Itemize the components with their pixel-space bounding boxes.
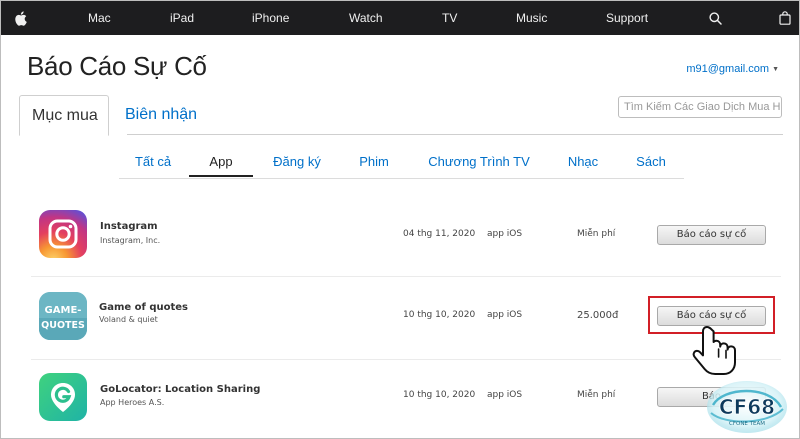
browser-viewport: Mac iPad iPhone Watch TV Music Support B… [0,0,800,439]
bag-icon[interactable] [775,1,795,35]
app-developer: Voland & quiet [99,315,158,324]
purchase-date: 04 thg 11, 2020 [403,229,476,239]
purchase-row: Instagram Instagram, Inc. 04 thg 11, 202… [1,196,799,276]
tab-tv-shows[interactable]: Chương Trình TV [426,151,532,177]
game-of-quotes-app-icon[interactable]: GAME- QUOTES [39,292,87,340]
item-kind: app iOS [487,229,523,239]
purchase-row: GoLocator: Location Sharing App Heroes A… [1,359,799,438]
chevron-down-icon: ▼ [772,66,779,73]
apple-logo-icon[interactable] [10,1,30,35]
tab-app[interactable]: App [189,151,253,177]
account-menu[interactable]: m91@gmail.com ▼ [686,63,779,75]
nav-item-iphone[interactable]: iPhone [252,1,289,35]
category-tabs-divider [119,178,684,179]
purchase-search-input[interactable]: Tìm Kiếm Các Giao Dịch Mua H [618,96,782,118]
nav-item-mac[interactable]: Mac [88,1,111,35]
page-title: Báo Cáo Sự Cố [27,51,207,81]
item-kind: app iOS [487,390,523,400]
tab-receipts[interactable]: Biên nhận [113,95,209,135]
tab-books[interactable]: Sách [634,151,668,177]
app-developer: Instagram, Inc. [100,236,161,245]
tab-purchases[interactable]: Mục mua [19,95,109,136]
app-name[interactable]: Instagram [100,221,158,232]
instagram-app-icon[interactable] [39,210,87,258]
nav-item-watch[interactable]: Watch [349,1,383,35]
app-developer: App Heroes A.S. [100,398,165,407]
item-price: Miễn phí [577,390,616,400]
nav-item-ipad[interactable]: iPad [170,1,194,35]
category-tabs: Tất cả App Đăng ký Phim Chương Trình TV … [119,151,684,179]
report-problem-button[interactable]: Báo cáo sự cố [657,225,766,245]
nav-item-tv[interactable]: TV [442,1,457,35]
nav-item-support[interactable]: Support [606,1,648,35]
nav-item-music[interactable]: Music [516,1,547,35]
tab-subscriptions[interactable]: Đăng ký [270,151,324,177]
item-price: Miễn phí [577,229,616,239]
cf68-watermark-logo: CF68 CFONE TEAM [691,373,799,438]
game-icon-line-2: QUOTES [41,320,85,331]
app-name[interactable]: GoLocator: Location Sharing [100,384,260,395]
tab-all[interactable]: Tất cả [134,151,172,177]
tab-music[interactable]: Nhạc [566,151,600,177]
watermark-tagline: CFONE TEAM [729,421,765,427]
item-kind: app iOS [487,310,523,320]
search-icon[interactable] [705,1,725,35]
account-email: m91@gmail.com [686,63,770,75]
golocator-app-icon[interactable] [39,373,87,421]
game-icon-line-1: GAME- [45,305,82,316]
tab-divider [127,134,783,135]
app-name[interactable]: Game of quotes [99,302,188,313]
watermark-logo-text: CF68 [719,395,775,419]
purchase-date: 10 thg 10, 2020 [403,390,476,400]
item-price: 25.000đ [577,310,619,321]
tab-movies[interactable]: Phim [357,151,391,177]
global-nav: Mac iPad iPhone Watch TV Music Support [1,1,799,35]
purchase-date: 10 thg 10, 2020 [403,310,476,320]
